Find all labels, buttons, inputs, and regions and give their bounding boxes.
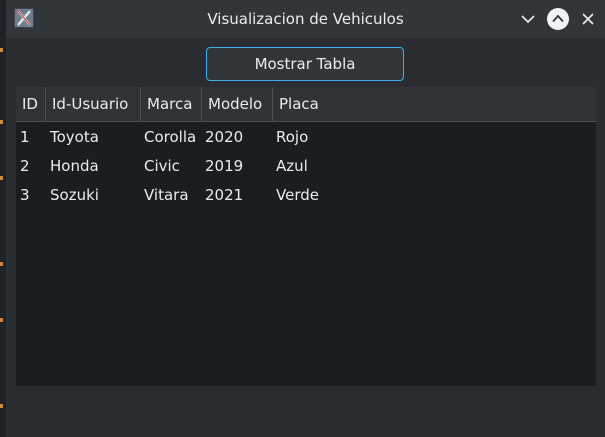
table-row[interactable]: 1 Toyota Corolla 2020 Rojo [16,123,596,152]
cell-modelo: 2019 [205,157,244,175]
chevron-up-icon [552,14,564,23]
cell-marca: Corolla [144,128,197,146]
cell-id-usuario: Toyota [50,128,99,146]
column-header-marca[interactable]: Marca [141,87,202,121]
maximize-button[interactable] [547,8,569,30]
table-header: ID Id-Usuario Marca Modelo Placa [16,87,596,122]
column-header-modelo[interactable]: Modelo [202,87,273,121]
minimize-button[interactable] [517,8,539,30]
column-header-placa[interactable]: Placa [273,87,393,121]
window-title: Visualizacion de Vehiculos [207,10,404,28]
cell-placa: Rojo [276,128,309,146]
vehicles-table[interactable]: ID Id-Usuario Marca Modelo Placa 1 Toyot… [16,87,596,386]
close-button[interactable] [577,8,599,30]
cell-id: 3 [20,186,30,204]
cell-placa: Azul [276,157,308,175]
cell-marca: Vitara [144,186,189,204]
cell-id-usuario: Honda [50,157,99,175]
column-header-id[interactable]: ID [16,87,46,121]
column-header-id-usuario[interactable]: Id-Usuario [46,87,141,121]
cell-modelo: 2020 [205,128,244,146]
cell-id: 2 [20,157,30,175]
table-row[interactable]: 3 Sozuki Vitara 2021 Verde [16,181,596,210]
chevron-down-icon [521,15,535,24]
table-row[interactable]: 2 Honda Civic 2019 Azul [16,152,596,181]
cell-id-usuario: Sozuki [50,186,99,204]
show-table-button[interactable]: Mostrar Tabla [206,47,404,81]
cell-marca: Civic [144,157,180,175]
cell-placa: Verde [276,186,319,204]
title-bar[interactable]: Visualizacion de Vehiculos [6,0,605,38]
close-icon [582,13,594,25]
app-window: Visualizacion de Vehiculos Mostrar Tabla… [6,0,605,437]
cell-modelo: 2021 [205,186,244,204]
cell-id: 1 [20,128,30,146]
